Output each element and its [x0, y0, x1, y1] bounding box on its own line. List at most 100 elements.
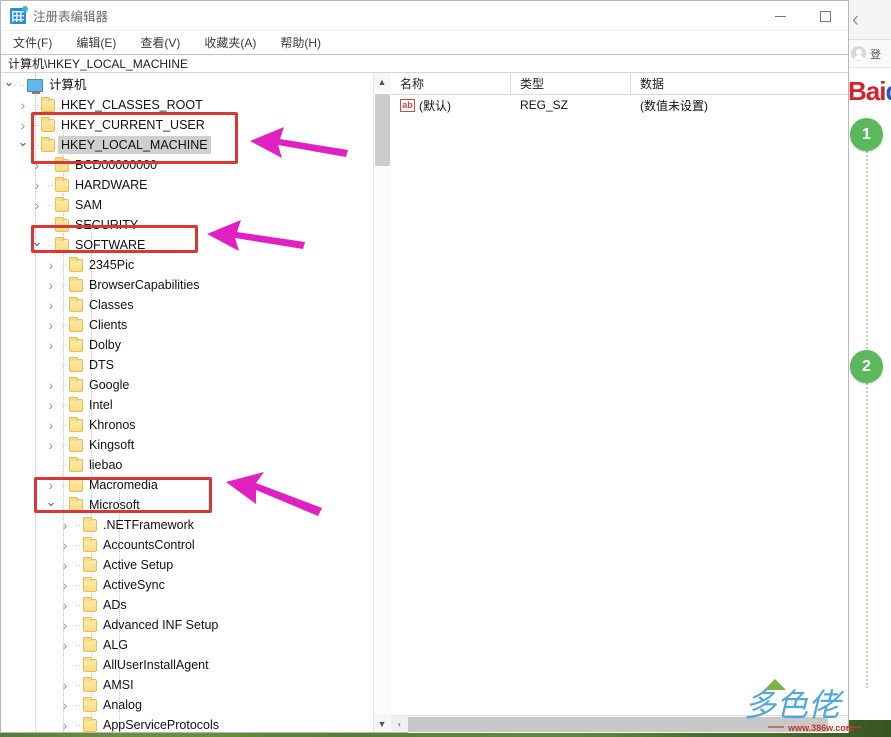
- chevron-right-icon[interactable]: [29, 195, 45, 215]
- scroll-left-icon[interactable]: ‹: [391, 716, 408, 733]
- tree-item-advanced-inf-setup[interactable]: Advanced INF Setup: [1, 615, 373, 635]
- minimize-button[interactable]: [758, 1, 803, 31]
- tree-item-dolby[interactable]: Dolby: [1, 335, 373, 355]
- chevron-right-icon[interactable]: [57, 555, 73, 575]
- chevron-right-icon[interactable]: [43, 475, 59, 495]
- chevron-down-icon[interactable]: [1, 75, 17, 95]
- chevron-right-icon[interactable]: [57, 515, 73, 535]
- chevron-right-icon[interactable]: [57, 635, 73, 655]
- chevron-right-icon[interactable]: [57, 595, 73, 615]
- registry-editor-window: 注册表编辑器 文件(F) 编辑(E) 查看(V) 收藏夹(A) 帮助(H) 计算…: [0, 0, 849, 733]
- chevron-right-icon[interactable]: [29, 175, 45, 195]
- menu-help[interactable]: 帮助(H): [278, 33, 323, 52]
- chevron-right-icon[interactable]: [15, 95, 31, 115]
- chevron-right-icon[interactable]: [57, 695, 73, 715]
- tree-guide-dots: [45, 235, 55, 255]
- tree-item-microsoft[interactable]: Microsoft: [1, 495, 373, 515]
- hscroll-track[interactable]: [408, 715, 848, 733]
- menu-favorites[interactable]: 收藏夹(A): [202, 33, 258, 52]
- value-row[interactable]: ab (默认) REG_SZ (数值未设置): [391, 95, 848, 115]
- chevron-right-icon[interactable]: [43, 315, 59, 335]
- chevron-right-icon[interactable]: [43, 395, 59, 415]
- tree-item-macromedia[interactable]: Macromedia: [1, 475, 373, 495]
- tree-item-bcd00000000[interactable]: BCD00000000: [1, 155, 373, 175]
- tree-item-ads[interactable]: ADs: [1, 595, 373, 615]
- login-label[interactable]: 登: [870, 46, 881, 62]
- chevron-right-icon[interactable]: [57, 575, 73, 595]
- browser-account-bar[interactable]: 登: [846, 40, 891, 68]
- scroll-up-icon[interactable]: ▲: [373, 73, 391, 90]
- tree-item-google[interactable]: Google: [1, 375, 373, 395]
- chevron-down-icon[interactable]: [15, 135, 31, 155]
- tree-item-active-setup[interactable]: Active Setup: [1, 555, 373, 575]
- chevron-right-icon[interactable]: [43, 335, 59, 355]
- tree-item-hkey-current-user[interactable]: HKEY_CURRENT_USER: [1, 115, 373, 135]
- chevron-right-icon[interactable]: [43, 255, 59, 275]
- maximize-button[interactable]: [803, 1, 848, 31]
- tree-item-alg[interactable]: ALG: [1, 635, 373, 655]
- avatar-icon: [851, 46, 866, 61]
- column-header-type[interactable]: 类型: [511, 73, 631, 94]
- tree-vertical-scrollbar[interactable]: ▲ ▼: [373, 73, 391, 732]
- tree-item-security[interactable]: SECURITY: [1, 215, 373, 235]
- tree-item-liebao[interactable]: liebao: [1, 455, 373, 475]
- hscroll-thumb[interactable]: [408, 716, 828, 732]
- window-title: 注册表编辑器: [33, 10, 109, 24]
- tree-item-[interactable]: 计算机: [1, 75, 373, 95]
- tree-item-kingsoft[interactable]: Kingsoft: [1, 435, 373, 455]
- chevron-right-icon[interactable]: [43, 295, 59, 315]
- chevron-right-icon[interactable]: [43, 435, 59, 455]
- address-bar[interactable]: 计算机\HKEY_LOCAL_MACHINE: [1, 54, 848, 73]
- browser-window[interactable]: ‹ 登 Baid 1 2: [845, 0, 891, 720]
- folder-icon: [69, 456, 83, 472]
- scroll-thumb[interactable]: [374, 94, 390, 166]
- title-bar[interactable]: 注册表编辑器: [1, 1, 848, 31]
- chevron-right-icon[interactable]: [43, 415, 59, 435]
- column-header-name[interactable]: 名称: [391, 73, 511, 94]
- tree-item-alluserinstallagent[interactable]: AllUserInstallAgent: [1, 655, 373, 675]
- tree-item-appserviceprotocols[interactable]: AppServiceProtocols: [1, 715, 373, 732]
- tree-item-hardware[interactable]: HARDWARE: [1, 175, 373, 195]
- tree-item-intel[interactable]: Intel: [1, 395, 373, 415]
- scroll-track[interactable]: [373, 90, 391, 715]
- chevron-right-icon[interactable]: [43, 375, 59, 395]
- tree-item-hkey-local-machine[interactable]: HKEY_LOCAL_MACHINE: [1, 135, 373, 155]
- chevron-right-icon[interactable]: [57, 615, 73, 635]
- chevron-down-icon[interactable]: [29, 235, 45, 255]
- chevron-right-icon[interactable]: [29, 155, 45, 175]
- tree-item-activesync[interactable]: ActiveSync: [1, 575, 373, 595]
- tree-item-amsi[interactable]: AMSI: [1, 675, 373, 695]
- values-horizontal-scrollbar[interactable]: ‹: [391, 715, 848, 733]
- scroll-down-icon[interactable]: ▼: [373, 715, 391, 732]
- chevron-right-icon[interactable]: [57, 675, 73, 695]
- menu-edit[interactable]: 编辑(E): [74, 33, 118, 52]
- registry-tree[interactable]: 计算机 HKEY_CLASSES_ROOT HKEY_CURRENT_USER HKE…: [1, 73, 373, 732]
- chevron-right-icon[interactable]: [57, 535, 73, 555]
- tree-item-classes[interactable]: Classes: [1, 295, 373, 315]
- tree-item-accountscontrol[interactable]: AccountsControl: [1, 535, 373, 555]
- tree-item-2345pic[interactable]: 2345Pic: [1, 255, 373, 275]
- step-connector-line: [866, 128, 868, 688]
- tree-item-hkey-classes-root[interactable]: HKEY_CLASSES_ROOT: [1, 95, 373, 115]
- chevron-right-icon[interactable]: [15, 115, 31, 135]
- browser-back-icon[interactable]: ‹: [852, 9, 859, 30]
- tree-item-dts[interactable]: DTS: [1, 355, 373, 375]
- tree-item-clients[interactable]: Clients: [1, 315, 373, 335]
- menu-view[interactable]: 查看(V): [138, 33, 182, 52]
- tree-item-browsercapabilities[interactable]: BrowserCapabilities: [1, 275, 373, 295]
- column-header-data[interactable]: 数据: [631, 73, 848, 94]
- menu-file[interactable]: 文件(F): [11, 33, 54, 52]
- tree-item-netframework[interactable]: .NETFramework: [1, 515, 373, 535]
- chevron-right-icon[interactable]: [57, 715, 73, 732]
- tree-item-software[interactable]: SOFTWARE: [1, 235, 373, 255]
- tree-item-khronos[interactable]: Khronos: [1, 415, 373, 435]
- tree-item-sam[interactable]: SAM: [1, 195, 373, 215]
- chevron-right-icon[interactable]: [43, 275, 59, 295]
- tree-item-analog[interactable]: Analog: [1, 695, 373, 715]
- values-list[interactable]: ab (默认) REG_SZ (数值未设置): [391, 95, 848, 715]
- chevron-down-icon[interactable]: [43, 495, 59, 515]
